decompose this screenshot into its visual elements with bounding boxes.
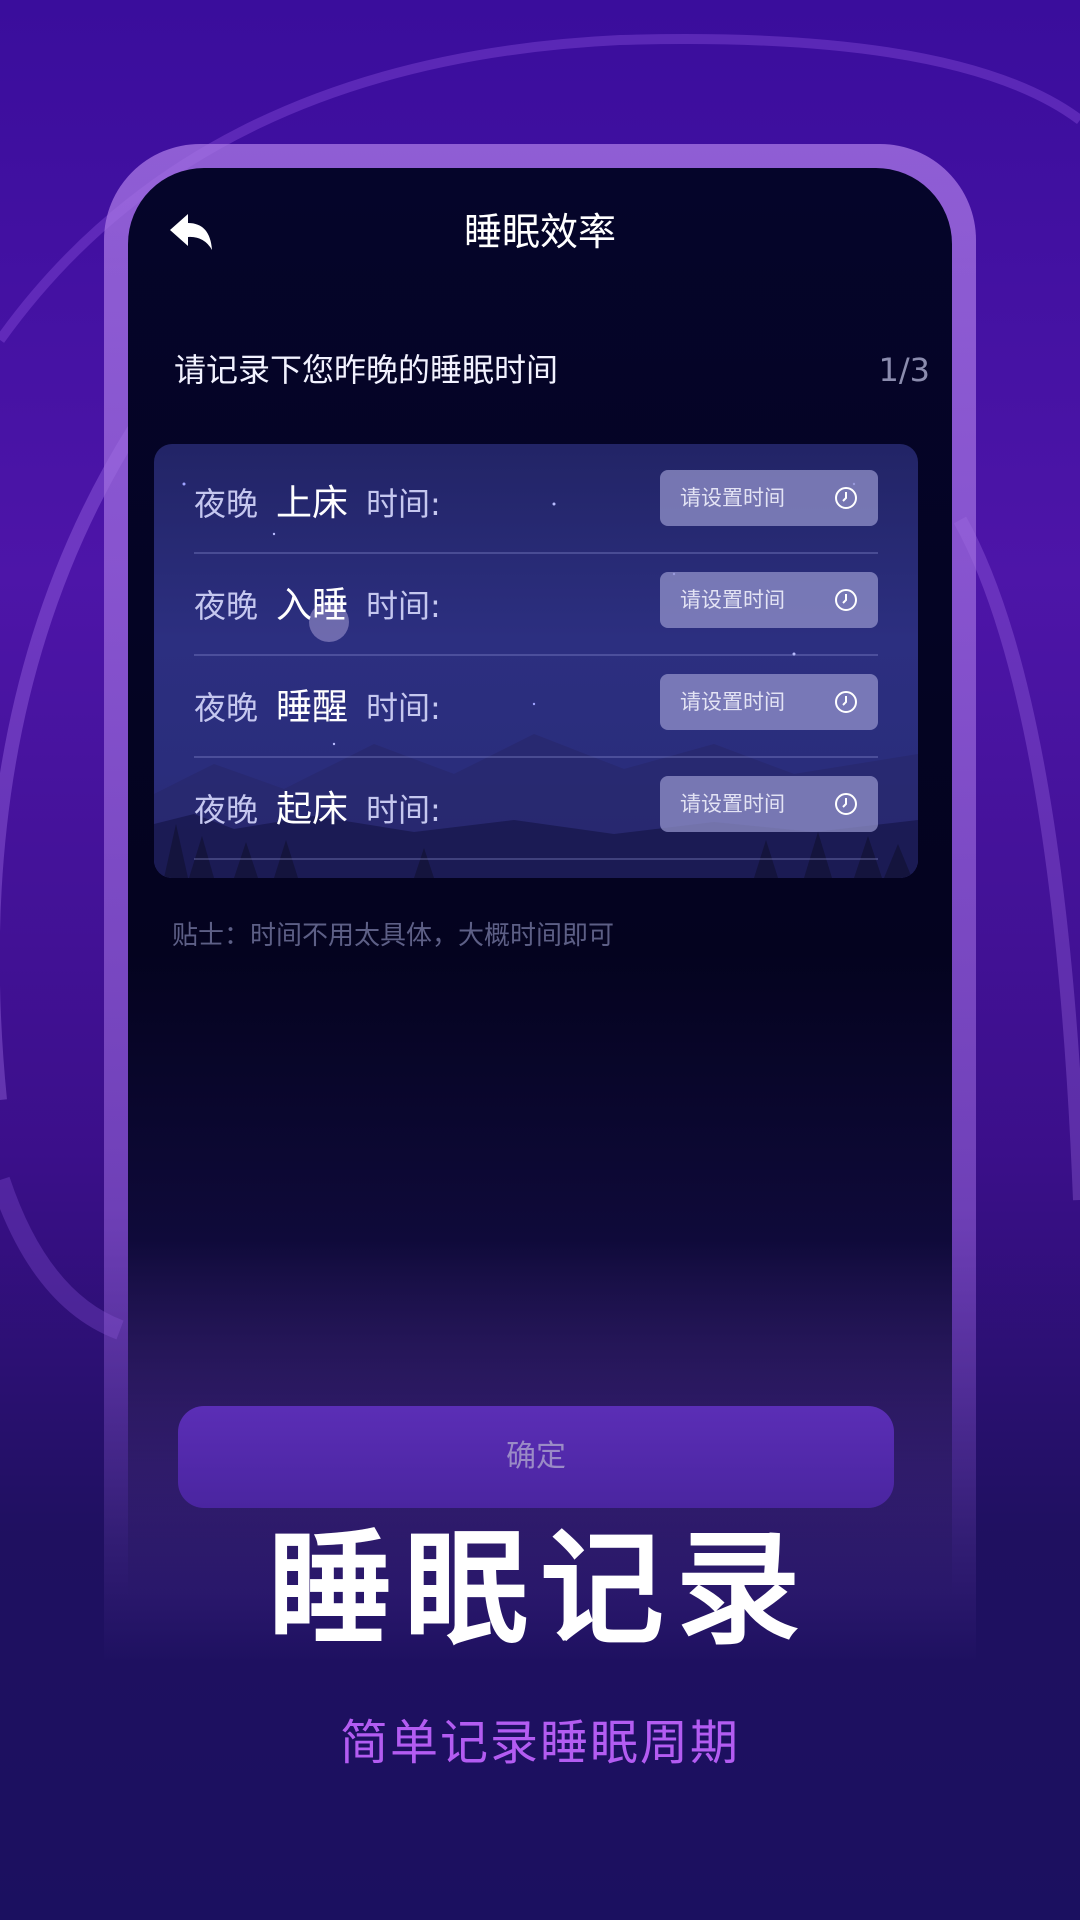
- row-prefix: 夜晚: [194, 587, 259, 625]
- set-time-button[interactable]: 请设置时间: [660, 572, 878, 628]
- set-time-button[interactable]: 请设置时间: [660, 674, 878, 730]
- clock-icon: [835, 793, 857, 815]
- row-suffix: 时间:: [366, 791, 441, 829]
- row-prefix: 夜晚: [194, 689, 259, 727]
- row-divider: [194, 756, 878, 758]
- row-label: 夜晚 入睡 时间:: [194, 578, 441, 634]
- row-divider: [194, 552, 878, 554]
- row-label: 夜晚 睡醒 时间:: [194, 680, 441, 736]
- promo-headline: 睡眠记录: [267, 1518, 812, 1662]
- step-indicator: 1/3: [878, 351, 931, 389]
- row-key: 入睡: [276, 585, 349, 626]
- clock-icon: [835, 487, 857, 509]
- row-bedtime: 夜晚 上床 时间: 请设置时间: [194, 454, 878, 554]
- row-suffix: 时间:: [366, 587, 441, 625]
- row-suffix: 时间:: [366, 689, 441, 727]
- row-label: 夜晚 起床 时间:: [194, 782, 441, 838]
- app-screen: 睡眠效率 请记录下您昨晚的睡眠时间 1/3 夜晚 上床 时间: 请设置时间 夜晚…: [128, 168, 952, 1598]
- clock-icon: [835, 691, 857, 713]
- promo-subheading: 简单记录睡眠周期: [339, 1715, 740, 1771]
- row-suffix: 时间:: [366, 485, 441, 523]
- row-prefix: 夜晚: [194, 791, 259, 829]
- row-get-up: 夜晚 起床 时间: 请设置时间: [194, 760, 878, 860]
- prompt-text: 请记录下您昨晚的睡眠时间: [174, 351, 559, 389]
- time-placeholder: 请设置时间: [680, 588, 785, 612]
- page-title: 睡眠效率: [463, 210, 616, 254]
- row-prefix: 夜晚: [194, 485, 259, 523]
- tip-text: 贴士：时间不用太具体，大概时间即可: [172, 921, 615, 951]
- sleep-time-card: 夜晚 上床 时间: 请设置时间 夜晚 入睡 时间: 请设置时间 夜晚 睡醒 时间:: [154, 444, 918, 878]
- time-placeholder: 请设置时间: [680, 486, 785, 510]
- row-label: 夜晚 上床 时间:: [194, 476, 441, 532]
- clock-icon: [835, 589, 857, 611]
- row-key: 上床: [276, 483, 349, 524]
- time-placeholder: 请设置时间: [680, 690, 785, 714]
- set-time-button[interactable]: 请设置时间: [660, 776, 878, 832]
- row-divider: [194, 654, 878, 656]
- row-key: 睡醒: [276, 687, 349, 728]
- row-fall-asleep: 夜晚 入睡 时间: 请设置时间: [194, 556, 878, 656]
- confirm-button[interactable]: 确定: [178, 1406, 894, 1508]
- row-key: 起床: [276, 789, 349, 830]
- row-wake-up: 夜晚 睡醒 时间: 请设置时间: [194, 658, 878, 758]
- row-divider: [194, 858, 878, 860]
- time-placeholder: 请设置时间: [680, 792, 785, 816]
- set-time-button[interactable]: 请设置时间: [660, 470, 878, 526]
